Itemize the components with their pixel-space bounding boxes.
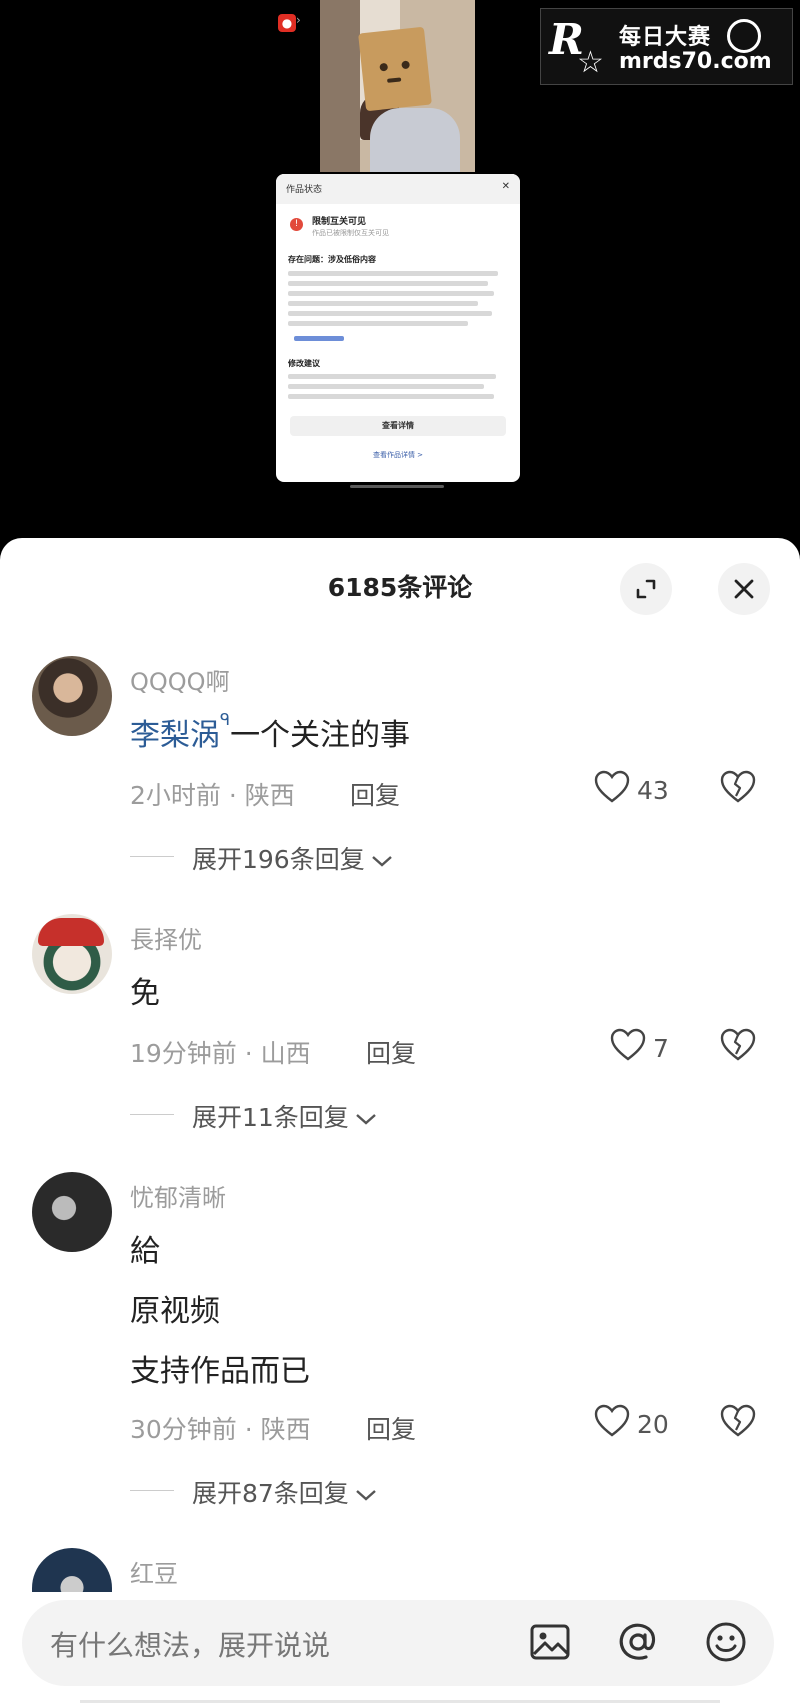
- comments-panel: 6185条评论 QQQQ啊 李梨涡ᑫ一个关注的事 2小时前 · 陕西 回复 43…: [0, 538, 800, 1707]
- expand-button[interactable]: [620, 563, 672, 615]
- expand-replies-button[interactable]: 展开196条回复: [192, 840, 393, 876]
- comment-meta: 30分钟前 · 陕西: [130, 1415, 311, 1444]
- expand-replies-button[interactable]: 展开87条回复: [192, 1474, 377, 1510]
- comment-username[interactable]: 長择优: [130, 920, 202, 955]
- reply-button[interactable]: 回复: [366, 1034, 416, 1070]
- comment-username[interactable]: 红豆: [130, 1554, 178, 1588]
- image-icon[interactable]: [528, 1620, 572, 1664]
- at-icon[interactable]: [616, 1620, 660, 1664]
- like-count: 20: [637, 1410, 669, 1439]
- comment-meta: 19分钟前 · 山西: [130, 1039, 311, 1068]
- close-button[interactable]: [718, 563, 770, 615]
- ring-icon: [727, 19, 761, 53]
- comment-line: 支持作品而已: [130, 1354, 310, 1389]
- expand-icon: [636, 579, 656, 599]
- paper-bag-mask: [358, 26, 432, 112]
- alert-title: 限制互关可见: [312, 217, 367, 227]
- dialog-title: 作品状态: [286, 185, 323, 195]
- like-count: 7: [653, 1034, 669, 1063]
- comment-text: 免: [130, 976, 160, 1011]
- video-frame: [320, 0, 475, 172]
- work-status-dialog: 作品状态 ✕ ! 限制互关可见 作品已被限制仅互关可见 存在问题：涉及低俗内容 …: [276, 174, 520, 482]
- reply-button[interactable]: 回复: [366, 1410, 416, 1446]
- avatar[interactable]: [32, 656, 112, 736]
- heart-icon[interactable]: [594, 1404, 630, 1438]
- expand-label: 展开11条回复: [192, 1103, 349, 1132]
- comment-body: 一个关注的事: [230, 718, 411, 753]
- chevron-down-icon: [356, 1114, 376, 1125]
- suggestion-heading: 修改建议: [288, 359, 320, 368]
- emoji-icon[interactable]: [704, 1620, 748, 1664]
- view-work-link[interactable]: 查看作品详情 >: [276, 450, 520, 460]
- guideline-link[interactable]: [294, 336, 344, 341]
- comment-text: 李梨涡ᑫ一个关注的事: [130, 710, 410, 754]
- comment-meta: 2小时前 · 陕西: [130, 781, 295, 810]
- comment-username[interactable]: 忧郁清晰: [130, 1178, 226, 1213]
- divider: [130, 856, 174, 857]
- avatar[interactable]: [32, 914, 112, 994]
- issue-heading: 存在问题：涉及低俗内容: [288, 255, 376, 264]
- broken-heart-icon[interactable]: [720, 1404, 756, 1438]
- watermark-url: mrds70.com: [619, 49, 772, 74]
- like-count: 43: [637, 776, 669, 805]
- search-icon[interactable]: ᑫ: [220, 710, 230, 729]
- bottom-indicator: [80, 1700, 720, 1703]
- expand-replies-button[interactable]: 展开11条回复: [192, 1098, 377, 1134]
- mention-link[interactable]: 李梨涡: [130, 718, 220, 753]
- record-icon: ●: [278, 14, 296, 32]
- expand-label: 展开87条回复: [192, 1479, 349, 1508]
- watermark-logo: R ☆ 每日大赛 mrds70.com: [540, 8, 793, 85]
- expand-label: 展开196条回复: [192, 845, 365, 874]
- star-icon: ☆: [577, 45, 604, 80]
- close-icon[interactable]: ✕: [502, 181, 510, 192]
- chevron-right-icon: ›: [296, 13, 301, 27]
- comments-count-title: 6185条评论: [327, 573, 473, 602]
- reply-button[interactable]: 回复: [350, 776, 400, 812]
- chevron-down-icon: [356, 1490, 376, 1501]
- close-icon: [734, 579, 754, 599]
- sheet-handle: [350, 485, 444, 488]
- comment-line: 原视频: [130, 1294, 220, 1329]
- avatar[interactable]: [32, 1172, 112, 1252]
- heart-icon[interactable]: [594, 770, 630, 804]
- alert-subtitle: 作品已被限制仅互关可见: [312, 229, 389, 237]
- watermark-brand: 每日大赛: [619, 25, 712, 50]
- broken-heart-icon[interactable]: [720, 770, 756, 804]
- alert-icon: !: [290, 218, 303, 231]
- avatar[interactable]: [32, 1548, 112, 1592]
- divider: [130, 1490, 174, 1491]
- broken-heart-icon[interactable]: [720, 1028, 756, 1062]
- divider: [130, 1114, 174, 1115]
- comment-input[interactable]: 有什么想法，展开说说: [22, 1600, 774, 1686]
- heart-icon[interactable]: [610, 1028, 646, 1062]
- comment-username[interactable]: QQQQ啊: [130, 662, 230, 697]
- chevron-down-icon: [371, 856, 392, 867]
- video-area[interactable]: ● › 作品状态 ✕ ! 限制互关可见 作品已被限制仅互关可见 存在问题：涉及低…: [0, 0, 800, 540]
- comment-line: 給: [130, 1234, 160, 1269]
- view-details-button[interactable]: 查看详情: [290, 416, 506, 436]
- comment-input-placeholder: 有什么想法，展开说说: [50, 1629, 331, 1662]
